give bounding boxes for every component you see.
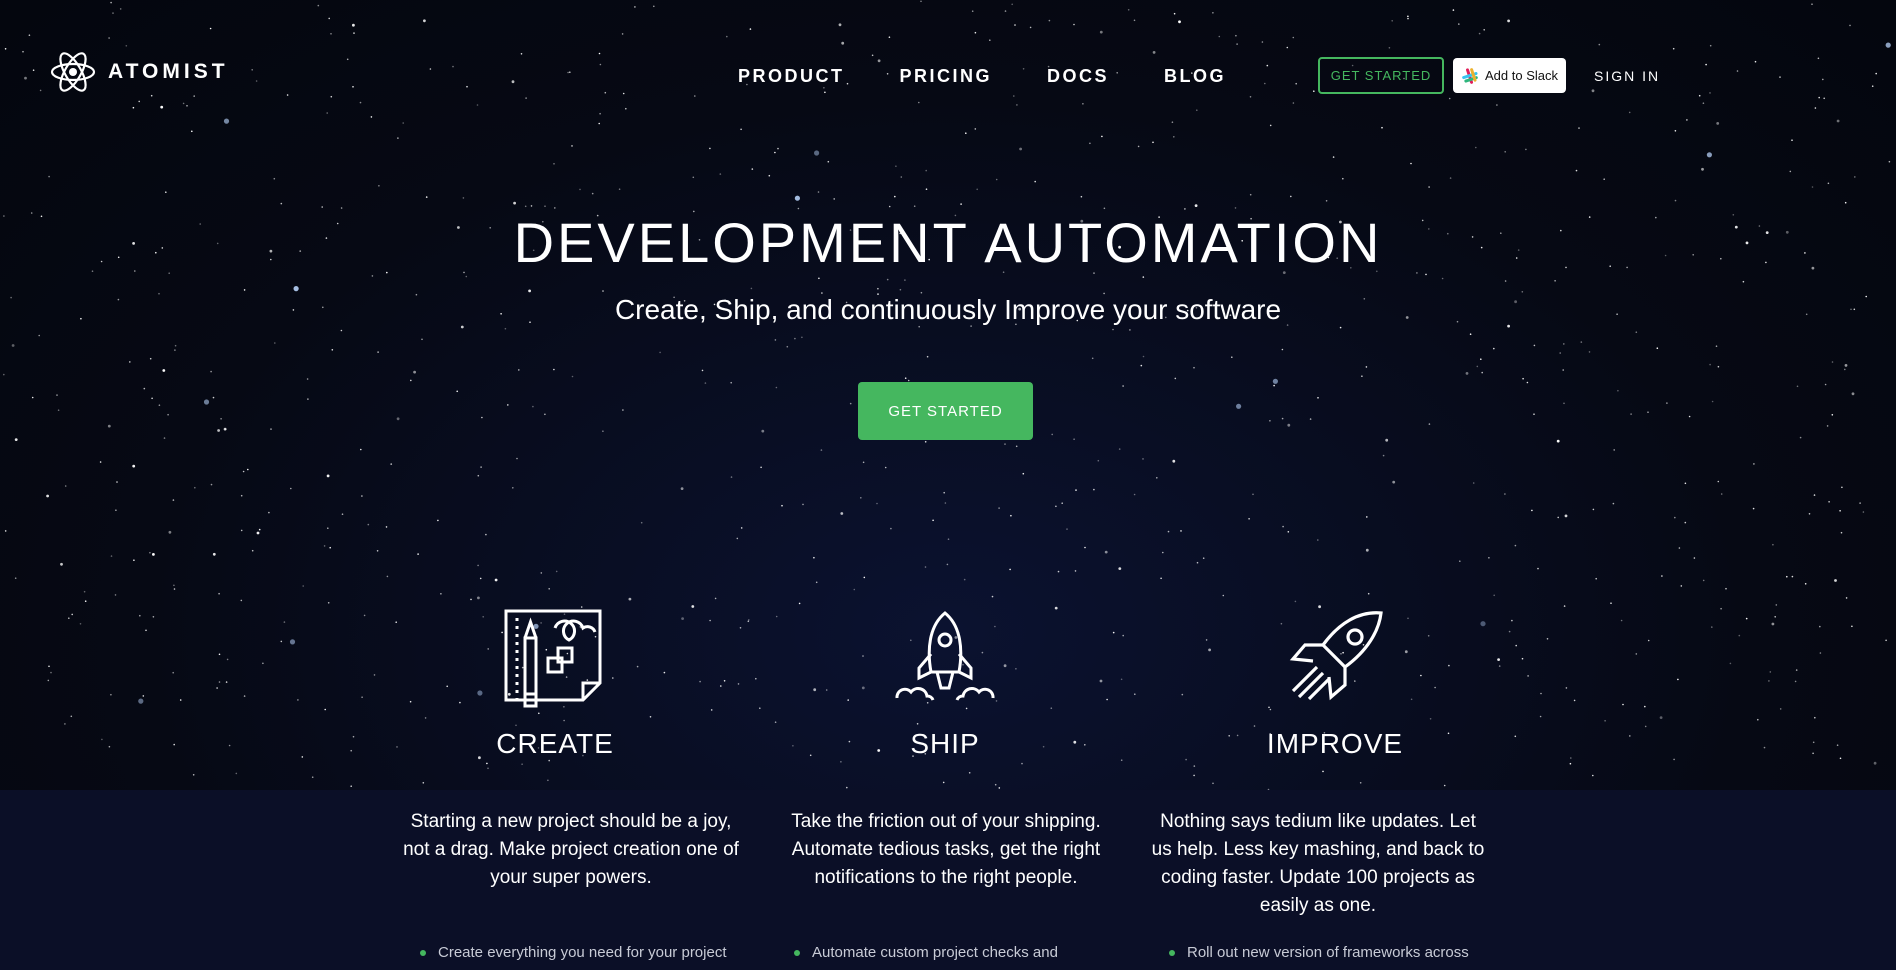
feature-description-ship: Take the friction out of your shipping. … <box>791 811 1101 888</box>
feature-bullet-ship-text: Automate custom project checks and <box>812 944 1058 961</box>
feature-bullet-ship: Automate custom project checks and <box>794 944 1058 961</box>
atom-icon <box>50 52 96 92</box>
rocket-launch-icon <box>895 611 995 701</box>
rocket-flying-icon <box>1289 611 1383 701</box>
hero-subtitle: Create, Ship, and continuously Improve y… <box>614 294 1282 325</box>
add-to-slack-button[interactable]: Add to Slack <box>1453 58 1566 93</box>
slack-icon <box>1462 67 1478 84</box>
logo[interactable]: ATOMIST <box>50 46 229 98</box>
blueprint-pencil-icon <box>504 609 602 708</box>
feature-bullet-improve-text: Roll out new version of frameworks acros… <box>1187 944 1469 961</box>
sign-in-link[interactable]: SIGN IN <box>1594 68 1660 84</box>
nav-docs[interactable]: DOCS <box>1047 66 1109 87</box>
header-get-started-button[interactable]: GET STARTED <box>1318 57 1444 94</box>
logo-text: ATOMIST <box>108 60 229 83</box>
main-nav: PRODUCT PRICING DOCS BLOG <box>738 66 1281 87</box>
feature-title-create: CREATE <box>496 728 614 759</box>
nav-blog[interactable]: BLOG <box>1164 66 1226 87</box>
hero-get-started-button[interactable]: GET STARTED <box>858 382 1033 440</box>
feature-title-ship: SHIP <box>910 728 980 759</box>
nav-pricing[interactable]: PRICING <box>900 66 993 87</box>
header-get-started-label: GET STARTED <box>1330 68 1432 83</box>
feature-bullet-improve: Roll out new version of frameworks acros… <box>1169 944 1469 961</box>
feature-bullet-create-text: Create everything you need for your proj… <box>438 944 727 961</box>
hero-get-started-label: GET STARTED <box>888 402 1003 420</box>
feature-description-improve: Nothing says tedium like updates. Let us… <box>1151 811 1485 916</box>
feature-title-improve: IMPROVE <box>1266 728 1404 759</box>
bullet-dot <box>794 949 800 956</box>
bullet-dot <box>420 949 426 956</box>
bullet-dot <box>1169 949 1175 956</box>
add-to-slack-label: Add to Slack <box>1485 68 1558 83</box>
feature-description-create: Starting a new project should be a joy, … <box>403 811 739 888</box>
nav-product[interactable]: PRODUCT <box>738 66 845 87</box>
hero-title: DEVELOPMENT AUTOMATION <box>513 211 1383 274</box>
feature-bullet-create: Create everything you need for your proj… <box>420 944 727 961</box>
